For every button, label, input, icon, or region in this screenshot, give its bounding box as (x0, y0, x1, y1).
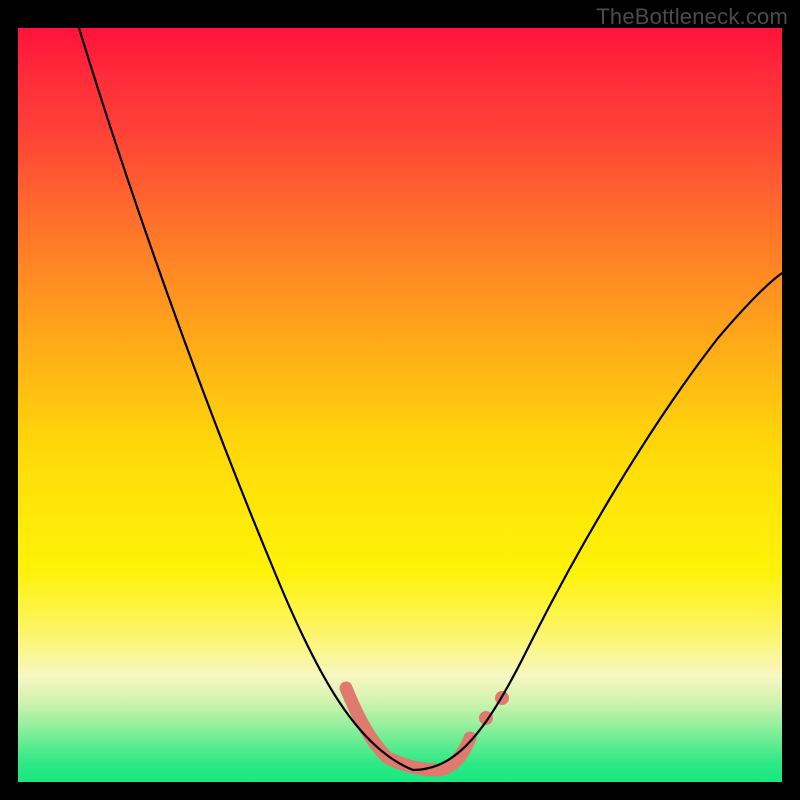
curve-overlay (18, 28, 782, 782)
watermark-text: TheBottleneck.com (596, 4, 788, 30)
bottleneck-curve (79, 28, 782, 770)
chart-frame: TheBottleneck.com (0, 0, 800, 800)
plot-area (18, 28, 782, 782)
